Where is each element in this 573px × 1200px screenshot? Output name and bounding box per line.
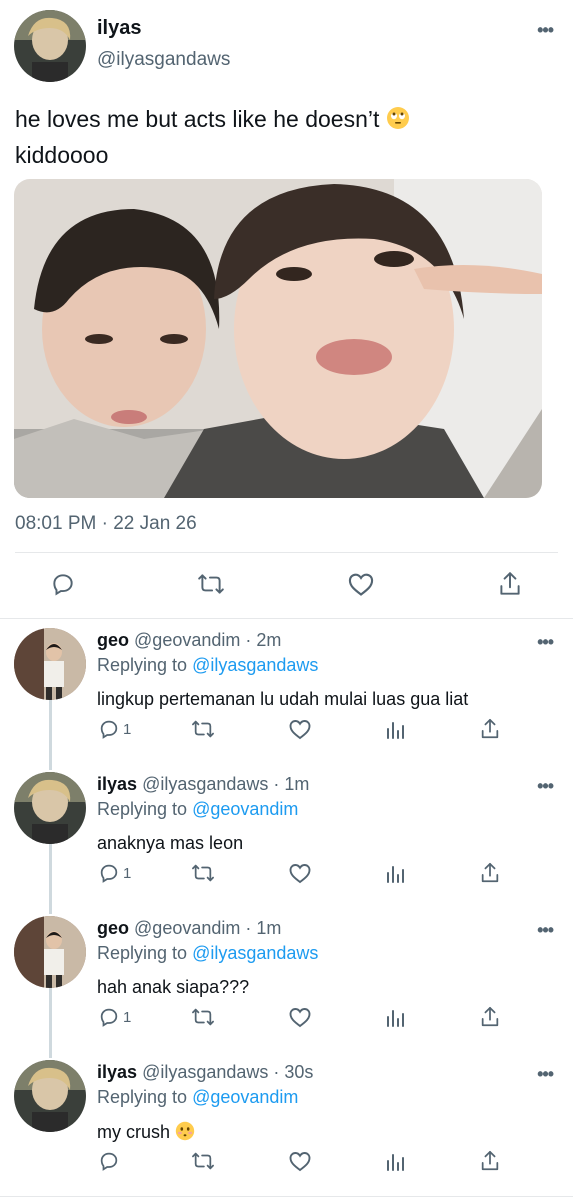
divider [0, 1196, 573, 1197]
replying-to: Replying to @ilyasgandaws [97, 943, 318, 964]
reply-header: geo @geovandim · 1m [97, 918, 281, 939]
reply-icon [100, 720, 118, 739]
main-tweet: ilyas @ilyasgandaws ••• he loves me but … [0, 0, 573, 620]
tweet-text: he loves me but acts like he doesn’t kid… [15, 103, 555, 172]
like-icon[interactable] [288, 1006, 312, 1028]
avatar[interactable] [14, 10, 86, 82]
share-icon[interactable] [479, 1149, 501, 1173]
retweet-icon[interactable] [191, 1150, 215, 1172]
reply-time[interactable]: 30s [284, 1062, 313, 1082]
user-handle[interactable]: @ilyasgandaws [97, 49, 230, 71]
reply-tweet[interactable]: ilyas @ilyasgandaws · 30s ••• Replying t… [0, 1050, 573, 1194]
replying-to-link[interactable]: @geovandim [192, 799, 298, 819]
tweet-timestamp[interactable]: 08:01 PM · 22 Jan 26 [15, 513, 197, 535]
more-options-icon[interactable]: ••• [537, 776, 554, 797]
reply-icon [100, 1152, 118, 1171]
tweet-text-line2: kiddoooo [15, 142, 109, 168]
reply-text: anaknya mas leon [97, 833, 244, 853]
replying-to: Replying to @ilyasgandaws [97, 655, 318, 676]
retweet-icon[interactable] [191, 862, 215, 884]
more-options-icon[interactable]: ••• [537, 920, 554, 941]
reply-action-bar: 1 [0, 1002, 573, 1032]
separator: · [268, 1062, 285, 1082]
reply-text: hah anak siapa??? [97, 977, 250, 997]
replying-to-prefix: Replying to [97, 943, 193, 963]
reply-tweet[interactable]: geo @geovandim · 2m ••• Replying to @ily… [0, 618, 573, 762]
like-icon[interactable] [288, 862, 312, 884]
reply-text: lingkup pertemanan lu udah mulai luas gu… [97, 689, 469, 709]
reply-text-content: my crush [97, 1122, 171, 1142]
eye-roll-emoji [386, 106, 410, 139]
share-icon[interactable] [479, 861, 501, 885]
reply-action-bar [0, 1146, 573, 1176]
separator: · [268, 774, 285, 794]
avatar[interactable] [14, 1060, 86, 1132]
reply-count: 1 [123, 1008, 132, 1026]
reply-icon[interactable] [50, 571, 76, 597]
reply-header: geo @geovandim · 2m [97, 630, 281, 651]
user-handle[interactable]: @ilyasgandaws [142, 774, 268, 794]
more-options-icon[interactable]: ••• [537, 1064, 554, 1085]
reply-tweet[interactable]: ilyas @ilyasgandaws · 1m ••• Replying to… [0, 762, 573, 906]
reply-time[interactable]: 1m [256, 918, 281, 938]
replying-to-link[interactable]: @ilyasgandaws [192, 655, 318, 675]
share-icon[interactable] [479, 717, 501, 741]
reply-header: ilyas @ilyasgandaws · 30s [97, 1062, 313, 1083]
analytics-icon[interactable] [385, 862, 407, 884]
avatar[interactable] [14, 772, 86, 844]
reply-time[interactable]: 2m [256, 630, 281, 650]
share-icon[interactable] [479, 1005, 501, 1029]
analytics-icon[interactable] [385, 718, 407, 740]
tweet-text-line1: he loves me but acts like he doesn’t [15, 106, 380, 132]
reply-count: 1 [123, 720, 132, 738]
replying-to-prefix: Replying to [97, 1087, 193, 1107]
share-icon[interactable] [497, 570, 523, 598]
display-name[interactable]: ilyas [97, 1062, 137, 1082]
like-icon[interactable] [288, 1150, 312, 1172]
retweet-icon[interactable] [191, 1006, 215, 1028]
reply-icon [100, 864, 118, 883]
display-name[interactable]: ilyas [97, 774, 137, 794]
reply-action-bar: 1 [0, 858, 573, 888]
user-handle[interactable]: @geovandim [134, 918, 240, 938]
avatar[interactable] [14, 916, 86, 988]
tweet-photo[interactable] [14, 179, 542, 498]
more-options-icon[interactable]: ••• [537, 20, 554, 41]
reply-button[interactable]: 1 [98, 862, 131, 884]
analytics-icon[interactable] [385, 1006, 407, 1028]
like-icon[interactable] [288, 718, 312, 740]
replying-to: Replying to @geovandim [97, 1087, 298, 1108]
avatar[interactable] [14, 628, 86, 700]
replying-to-prefix: Replying to [97, 655, 193, 675]
display-name[interactable]: ilyas [97, 17, 141, 40]
separator: · [240, 918, 257, 938]
reply-text: my crush [97, 1121, 195, 1146]
reply-button[interactable]: 1 [98, 1006, 131, 1028]
reply-button[interactable] [98, 1150, 123, 1172]
like-icon[interactable] [347, 571, 375, 597]
separator: · [240, 630, 257, 650]
replying-to: Replying to @geovandim [97, 799, 298, 820]
display-name[interactable]: geo [97, 630, 129, 650]
reply-count: 1 [123, 864, 132, 882]
replying-to-link[interactable]: @ilyasgandaws [192, 943, 318, 963]
retweet-icon[interactable] [191, 718, 215, 740]
divider [15, 552, 558, 553]
more-options-icon[interactable]: ••• [537, 632, 554, 653]
retweet-icon[interactable] [197, 571, 225, 597]
replying-to-link[interactable]: @geovandim [192, 1087, 298, 1107]
reply-icon [100, 1008, 118, 1027]
shy-face-emoji [175, 1121, 195, 1146]
user-handle[interactable]: @ilyasgandaws [142, 1062, 268, 1082]
reply-action-bar: 1 [0, 714, 573, 744]
replying-to-prefix: Replying to [97, 799, 193, 819]
reply-tweet[interactable]: geo @geovandim · 1m ••• Replying to @ily… [0, 906, 573, 1050]
analytics-icon[interactable] [385, 1150, 407, 1172]
display-name[interactable]: geo [97, 918, 129, 938]
reply-time[interactable]: 1m [284, 774, 309, 794]
reply-button[interactable]: 1 [98, 718, 131, 740]
user-handle[interactable]: @geovandim [134, 630, 240, 650]
reply-header: ilyas @ilyasgandaws · 1m [97, 774, 309, 795]
tweet-action-bar [0, 565, 573, 605]
